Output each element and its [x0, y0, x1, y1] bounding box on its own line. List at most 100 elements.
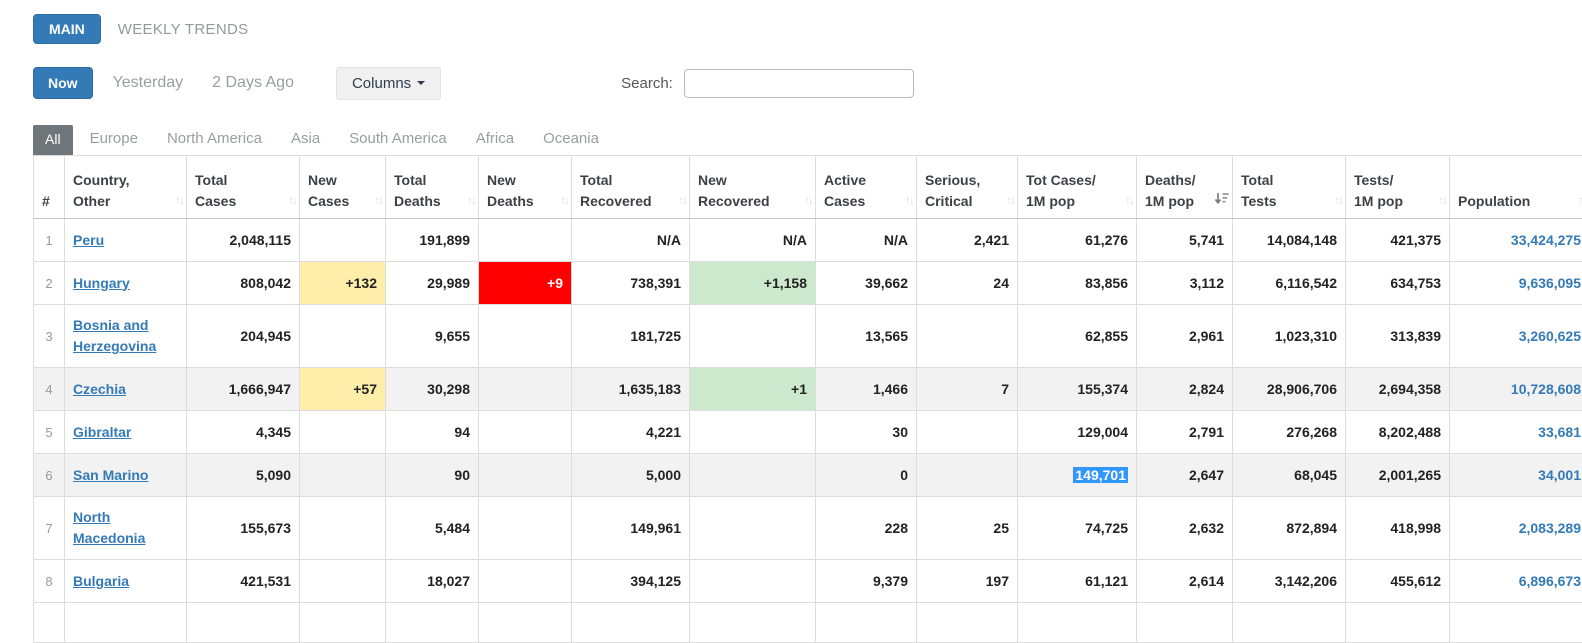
column-header-new-cases[interactable]: NewCases↑↓ [300, 156, 386, 219]
continent-tab-asia[interactable]: Asia [291, 124, 320, 155]
sort-icon: ↑↓ [374, 192, 382, 209]
column-header-active-cases[interactable]: ActiveCases↑↓ [816, 156, 917, 219]
country-link[interactable]: Czechia [73, 381, 126, 397]
population-link[interactable]: 10,728,608 [1511, 381, 1581, 397]
continent-tab-north-america[interactable]: North America [167, 124, 262, 155]
total-tests-cell: 28,906,706 [1233, 368, 1346, 411]
population-link[interactable]: 6,896,673 [1519, 573, 1581, 589]
now-button[interactable]: Now [33, 67, 93, 99]
sort-icon: ↑↓ [1006, 192, 1014, 209]
header-label: Total [195, 170, 291, 190]
total-recovered-cell: 738,391 [572, 262, 690, 305]
total-tests-cell: 6,116,542 [1233, 262, 1346, 305]
header-label: 1M pop [1354, 191, 1441, 211]
cases-per-1m-cell: 61,276 [1018, 219, 1137, 262]
continent-tab-europe[interactable]: Europe [90, 124, 138, 155]
country-link[interactable]: Peru [73, 232, 104, 248]
column-header-cases-per-1m[interactable]: Tot Cases/1M pop↑↓ [1018, 156, 1137, 219]
table-row [34, 603, 1582, 643]
header-label: Serious, [925, 170, 1009, 190]
column-header-serious-critical[interactable]: Serious,Critical↑↓ [917, 156, 1018, 219]
population-cell: 2,083,289 [1450, 497, 1582, 560]
country-cell: Bulgaria [65, 560, 187, 603]
population-link[interactable]: 33,424,275 [1511, 232, 1581, 248]
continent-tab-all[interactable]: All [33, 125, 73, 155]
country-link[interactable]: Bosnia and Herzegovina [73, 317, 156, 354]
sort-desc-icon [1214, 190, 1229, 210]
serious-critical-cell: 25 [917, 497, 1018, 560]
population-link[interactable]: 3,260,625 [1519, 328, 1581, 344]
tab-weekly-trends[interactable]: WEEKLY TRENDS [118, 21, 249, 38]
total-tests-cell: 1,023,310 [1233, 305, 1346, 368]
total-cases-cell [187, 603, 300, 643]
tests-per-1m-cell [1346, 603, 1450, 643]
country-link[interactable]: Gibraltar [73, 424, 131, 440]
population-link[interactable]: 34,001 [1538, 467, 1581, 483]
serious-critical-cell: 7 [917, 368, 1018, 411]
total-cases-cell: 4,345 [187, 411, 300, 454]
new-deaths-cell [479, 497, 572, 560]
search-input[interactable] [684, 69, 914, 98]
column-header-new-deaths[interactable]: NewDeaths↑↓ [479, 156, 572, 219]
column-header-total-tests[interactable]: TotalTests↑↓ [1233, 156, 1346, 219]
total-tests-cell: 872,894 [1233, 497, 1346, 560]
continent-tab-south-america[interactable]: South America [349, 124, 447, 155]
column-header-country[interactable]: Country,Other↑↓ [65, 156, 187, 219]
sort-icon: ↑↓ [288, 192, 296, 209]
column-header-deaths-per-1m[interactable]: Deaths/1M pop [1137, 156, 1233, 219]
tab-main[interactable]: MAIN [33, 14, 101, 44]
column-header-population[interactable]: Population↑↓ [1450, 156, 1582, 219]
total-deaths-cell: 5,484 [386, 497, 479, 560]
continent-tab-africa[interactable]: Africa [476, 124, 514, 155]
country-link[interactable]: Hungary [73, 275, 130, 291]
new-deaths-cell [479, 219, 572, 262]
yesterday-button[interactable]: Yesterday [113, 74, 184, 92]
covid-stats-table: #Country,Other↑↓TotalCases↑↓NewCases↑↓To… [33, 155, 1582, 643]
header-label: Cases [308, 191, 377, 211]
total-recovered-cell: N/A [572, 219, 690, 262]
columns-dropdown[interactable]: Columns [336, 67, 441, 100]
country-link[interactable]: San Marino [73, 467, 148, 483]
serious-critical-cell [917, 603, 1018, 643]
tests-per-1m-cell: 418,998 [1346, 497, 1450, 560]
column-header-total-cases[interactable]: TotalCases↑↓ [187, 156, 300, 219]
total-cases-cell: 421,531 [187, 560, 300, 603]
country-cell: Gibraltar [65, 411, 187, 454]
population-link[interactable]: 33,681 [1538, 424, 1581, 440]
column-header-total-recovered[interactable]: TotalRecovered↑↓ [572, 156, 690, 219]
country-link[interactable]: North Macedonia [73, 509, 145, 546]
header-label: Total [1241, 170, 1337, 190]
row-number: 2 [34, 262, 65, 305]
header-label: Recovered [698, 191, 807, 211]
active-cases-cell: 228 [816, 497, 917, 560]
tests-per-1m-cell: 2,694,358 [1346, 368, 1450, 411]
header-label: Cases [195, 191, 291, 211]
header-label: Recovered [580, 191, 681, 211]
cases-per-1m-cell: 83,856 [1018, 262, 1137, 305]
total-deaths-cell [386, 603, 479, 643]
total-deaths-cell: 30,298 [386, 368, 479, 411]
column-header-new-recovered[interactable]: NewRecovered↑↓ [690, 156, 816, 219]
header-label: Tests/ [1354, 170, 1441, 190]
column-header-tests-per-1m[interactable]: Tests/1M pop↑↓ [1346, 156, 1450, 219]
population-link[interactable]: 2,083,289 [1519, 520, 1581, 536]
total-tests-cell: 14,084,148 [1233, 219, 1346, 262]
header-label: Other [73, 191, 178, 211]
sort-icon: ↑↓ [1578, 192, 1582, 209]
deaths-per-1m-cell: 2,824 [1137, 368, 1233, 411]
country-cell: North Macedonia [65, 497, 187, 560]
total-recovered-cell: 149,961 [572, 497, 690, 560]
new-cases-cell: +132 [300, 262, 386, 305]
new-cases-cell [300, 411, 386, 454]
total-tests-cell: 276,268 [1233, 411, 1346, 454]
header-label: Population [1458, 191, 1581, 211]
continent-tab-oceania[interactable]: Oceania [543, 124, 599, 155]
two-days-ago-button[interactable]: 2 Days Ago [212, 74, 294, 92]
column-header-row-number: # [34, 156, 65, 219]
population-link[interactable]: 9,636,095 [1519, 275, 1581, 291]
new-deaths-cell [479, 411, 572, 454]
serious-critical-cell: 197 [917, 560, 1018, 603]
column-header-total-deaths[interactable]: TotalDeaths↑↓ [386, 156, 479, 219]
deaths-per-1m-cell: 5,741 [1137, 219, 1233, 262]
country-link[interactable]: Bulgaria [73, 573, 129, 589]
